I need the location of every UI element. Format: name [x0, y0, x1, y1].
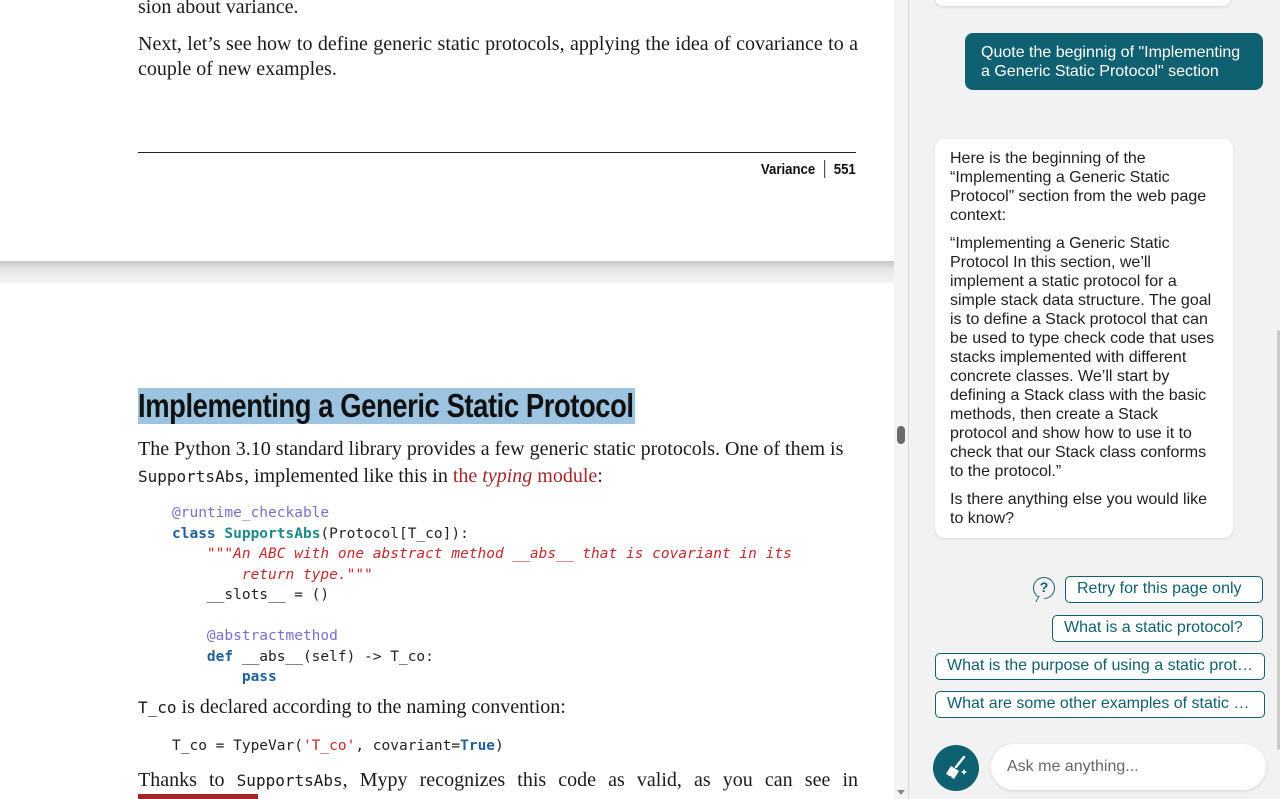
new-topic-button[interactable]	[933, 745, 979, 791]
typing-module-link[interactable]: the typing module	[453, 465, 597, 487]
code-keyword-class: class	[172, 525, 216, 542]
help-icon[interactable]: ?	[1033, 577, 1055, 599]
section-heading[interactable]: Implementing a Generic Static Protocol	[138, 388, 636, 424]
previous-message-card	[935, 0, 1231, 6]
assistant-intro: Here is the beginning of the “Implementi…	[950, 150, 1207, 224]
ask-input[interactable]	[991, 744, 1266, 790]
intro-text-1: The Python 3.10 standard library provide…	[138, 438, 844, 460]
footer-separator	[824, 160, 826, 178]
code-class-bases: (Protocol[T_co]):	[320, 525, 469, 542]
inline-code-supportsabs-2: SupportsAbs	[236, 771, 343, 790]
link-prefix: the	[452, 465, 483, 487]
code-decorator: @runtime_checkable	[172, 505, 330, 521]
link-suffix: module	[532, 465, 598, 487]
next-paragraph: Next, let’s see how to define generic st…	[138, 33, 858, 80]
typevar-lhs: T_co = TypeVar(	[172, 738, 303, 754]
code-line-typevar: T_co = TypeVar('T_co', covariant=True)	[172, 736, 504, 757]
page-break	[0, 261, 894, 283]
inline-code-supportsabs: SupportsAbs	[138, 467, 244, 486]
chat-sidebar: Quote the beginnig of "Implementing a Ge…	[908, 0, 1280, 799]
page-footer: Variance 551	[761, 160, 856, 178]
thanks-sentence: Thanks to SupportsAbs, Mypy recognizes t…	[138, 767, 858, 794]
inline-code-tco: T_co	[138, 698, 177, 717]
tco-text: is declared according to the naming conv…	[176, 696, 566, 718]
typevar-true: True	[460, 738, 496, 754]
user-message: Quote the beginnig of "Implementing a Ge…	[965, 33, 1263, 90]
thanks-post: , Mypy recognizes this code as valid, as…	[342, 769, 858, 791]
tco-sentence: T_co is declared according to the naming…	[138, 696, 566, 719]
link-italic: typing	[482, 465, 533, 487]
suggestion-what-is-static-protocol[interactable]: What is a static protocol?	[1052, 615, 1263, 642]
typevar-mid: , covariant=	[355, 738, 461, 754]
code-slots: __slots__ = ()	[172, 587, 330, 603]
code-pass: pass	[172, 669, 277, 685]
code-docstring-2: return type."""	[172, 566, 373, 583]
intro-text-2: , implemented like this in	[243, 465, 453, 487]
code-block-supportsabs: @runtime_checkable class SupportsAbs(Pro…	[172, 503, 792, 688]
document-pane: sion about variance. Next, let’s see how…	[0, 0, 894, 799]
code-def-signature: __abs__(self) -> T_co:	[233, 648, 434, 665]
typevar-end: )	[495, 738, 504, 754]
scrollbar-thumb[interactable]	[897, 426, 905, 444]
footer-rule	[138, 152, 856, 153]
previous-paragraph-tail: sion about variance.	[138, 0, 299, 18]
footer-section: Variance	[761, 160, 816, 178]
intro-paragraph: The Python 3.10 standard library provide…	[138, 436, 858, 490]
assistant-followup: Is there anything else you would like to…	[950, 491, 1208, 527]
suggestion-retry-page[interactable]: Retry for this page only	[1065, 576, 1263, 603]
code-docstring-1: """An ABC with one abstract method __abs…	[172, 546, 792, 562]
thanks-pre: Thanks to	[138, 769, 237, 791]
broom-icon	[944, 755, 967, 781]
suggestion-purpose-static-protocol[interactable]: What is the purpose of using a static pr…	[935, 653, 1265, 680]
typevar-string: 'T_co'	[302, 738, 356, 754]
cut-off-link-text	[138, 794, 258, 799]
intro-end: :	[597, 465, 603, 487]
footer-page-number: 551	[833, 160, 856, 178]
assistant-message: Here is the beginning of the “Implementi…	[935, 139, 1233, 538]
assistant-quote: “Implementing a Generic Static Protocol …	[950, 235, 1215, 480]
document-scrollbar[interactable]	[894, 0, 908, 799]
scroll-down-arrow-icon[interactable]	[897, 790, 905, 795]
suggestion-examples-static-protocols[interactable]: What are some other examples of static p…	[935, 691, 1265, 718]
code-keyword-def: def	[172, 648, 234, 665]
code-abstractmethod: @abstractmethod	[172, 628, 338, 644]
code-class-name: SupportsAbs	[224, 525, 321, 542]
